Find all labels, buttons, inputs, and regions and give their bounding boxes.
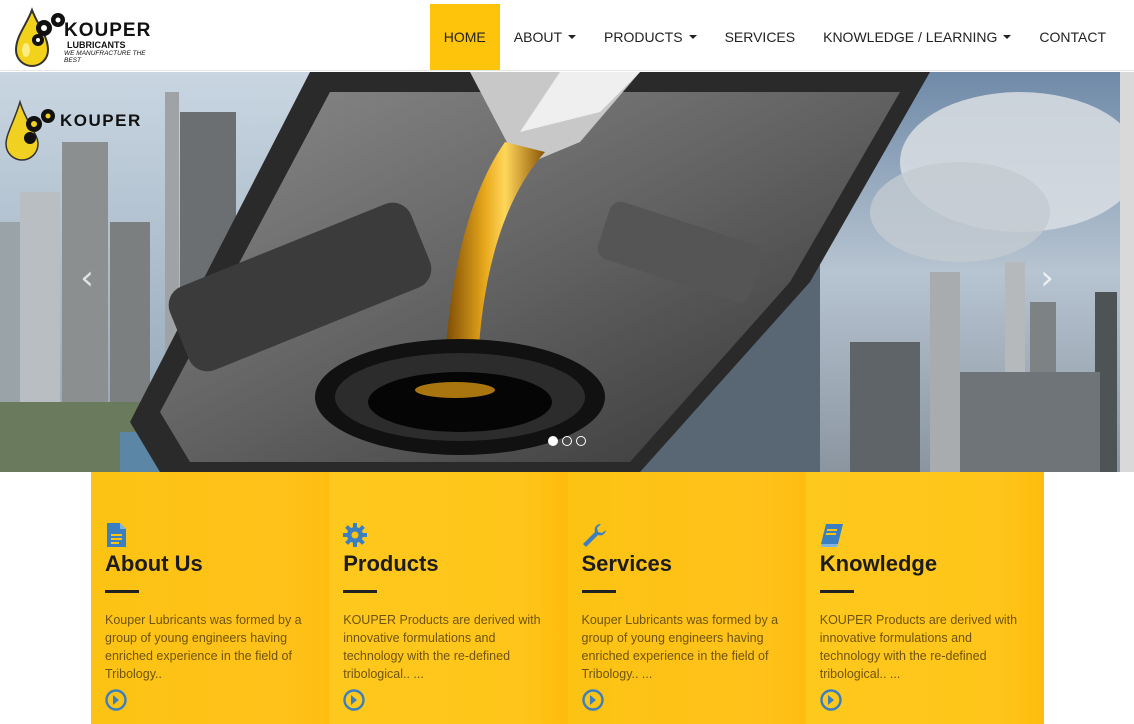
arrow-circle-right-icon[interactable]: [105, 689, 127, 711]
card-knowledge: Knowledge KOUPER Products are derived wi…: [805, 472, 1044, 724]
card-title: Products: [343, 551, 439, 576]
card-divider: [819, 590, 854, 593]
brand-subtitle: LUBRICANTS: [67, 40, 126, 50]
nav-item-label: SERVICES: [724, 29, 796, 45]
caret-down-icon: [688, 35, 697, 39]
nav-item-contact[interactable]: CONTACT: [1025, 4, 1120, 70]
carousel-dot-3[interactable]: [576, 436, 586, 446]
card-title: Services: [581, 551, 673, 576]
nav-item-label: CONTACT: [1039, 29, 1106, 45]
nav-item-services[interactable]: SERVICES: [711, 4, 810, 70]
nav-item-label: ABOUT: [513, 29, 562, 45]
brand-name: KOUPER: [64, 20, 152, 41]
card-divider: [105, 590, 139, 593]
nav-item-label: HOME: [443, 29, 486, 45]
carousel-dot-2[interactable]: [562, 436, 572, 446]
brand-logo[interactable]: KOUPER LUBRICANTS WE MANUFRACTURE THE BE…: [12, 6, 162, 68]
carousel-dot-1[interactable]: [548, 436, 558, 446]
nav-item-home[interactable]: HOME: [429, 4, 500, 70]
card-description: Kouper Lubricants was formed by a group …: [105, 613, 302, 681]
document-icon: [107, 523, 126, 547]
nav-item-knowledge[interactable]: KNOWLEDGE / LEARNING: [809, 4, 1025, 70]
card-divider: [581, 590, 616, 593]
book-icon: [820, 524, 843, 547]
feature-cards: About Us Kouper Lubricants was formed by…: [91, 472, 1044, 724]
main-nav: HOME ABOUT PRODUCTS SERVICES KNOWLEDGE /…: [429, 4, 1120, 70]
chevron-right-icon: ›: [1040, 258, 1054, 298]
nav-item-label: KNOWLEDGE / LEARNING: [823, 29, 998, 45]
brand-tagline: WE MANUFRACTURE THE BEST: [64, 50, 146, 64]
gear-icon: [343, 523, 368, 547]
nav-item-products[interactable]: PRODUCTS: [590, 4, 711, 70]
card-title: About Us: [105, 551, 203, 576]
carousel-next-button[interactable]: ›: [1032, 258, 1062, 298]
arrow-circle-right-icon[interactable]: [581, 689, 604, 711]
navbar: KOUPER LUBRICANTS WE MANUFRACTURE THE BE…: [0, 4, 1134, 71]
nav-item-label: PRODUCTS: [604, 29, 683, 45]
card-services: Services Kouper Lubricants was formed by…: [567, 472, 806, 724]
card-description: KOUPER Products are derived with innovat…: [343, 613, 541, 681]
nav-item-about[interactable]: ABOUT: [500, 4, 590, 70]
wrench-icon: [582, 524, 606, 547]
hero-slide-image: KOUPER: [0, 72, 1120, 472]
card-about-us: About Us Kouper Lubricants was formed by…: [91, 472, 330, 724]
caret-down-icon: [1003, 35, 1012, 39]
card-title: Knowledge: [819, 551, 938, 576]
carousel-indicators: [548, 436, 586, 446]
card-divider: [343, 590, 378, 593]
scrollbar-track[interactable]: [1120, 72, 1134, 472]
chevron-left-icon: ‹: [80, 258, 94, 298]
card-description: KOUPER Products are derived with innovat…: [819, 613, 1018, 681]
caret-down-icon: [568, 35, 576, 39]
hero-carousel: KOUPER ‹ ›: [0, 72, 1120, 472]
card-products: Products KOUPER Products are derived wit…: [329, 472, 568, 724]
arrow-circle-right-icon[interactable]: [820, 689, 842, 711]
card-description: Kouper Lubricants was formed by a group …: [581, 613, 779, 681]
hero-logo-text: KOUPER: [60, 111, 142, 130]
carousel-prev-button[interactable]: ‹: [72, 258, 102, 298]
arrow-circle-right-icon[interactable]: [343, 689, 365, 711]
logo-oil-drop-icon: [14, 7, 65, 67]
